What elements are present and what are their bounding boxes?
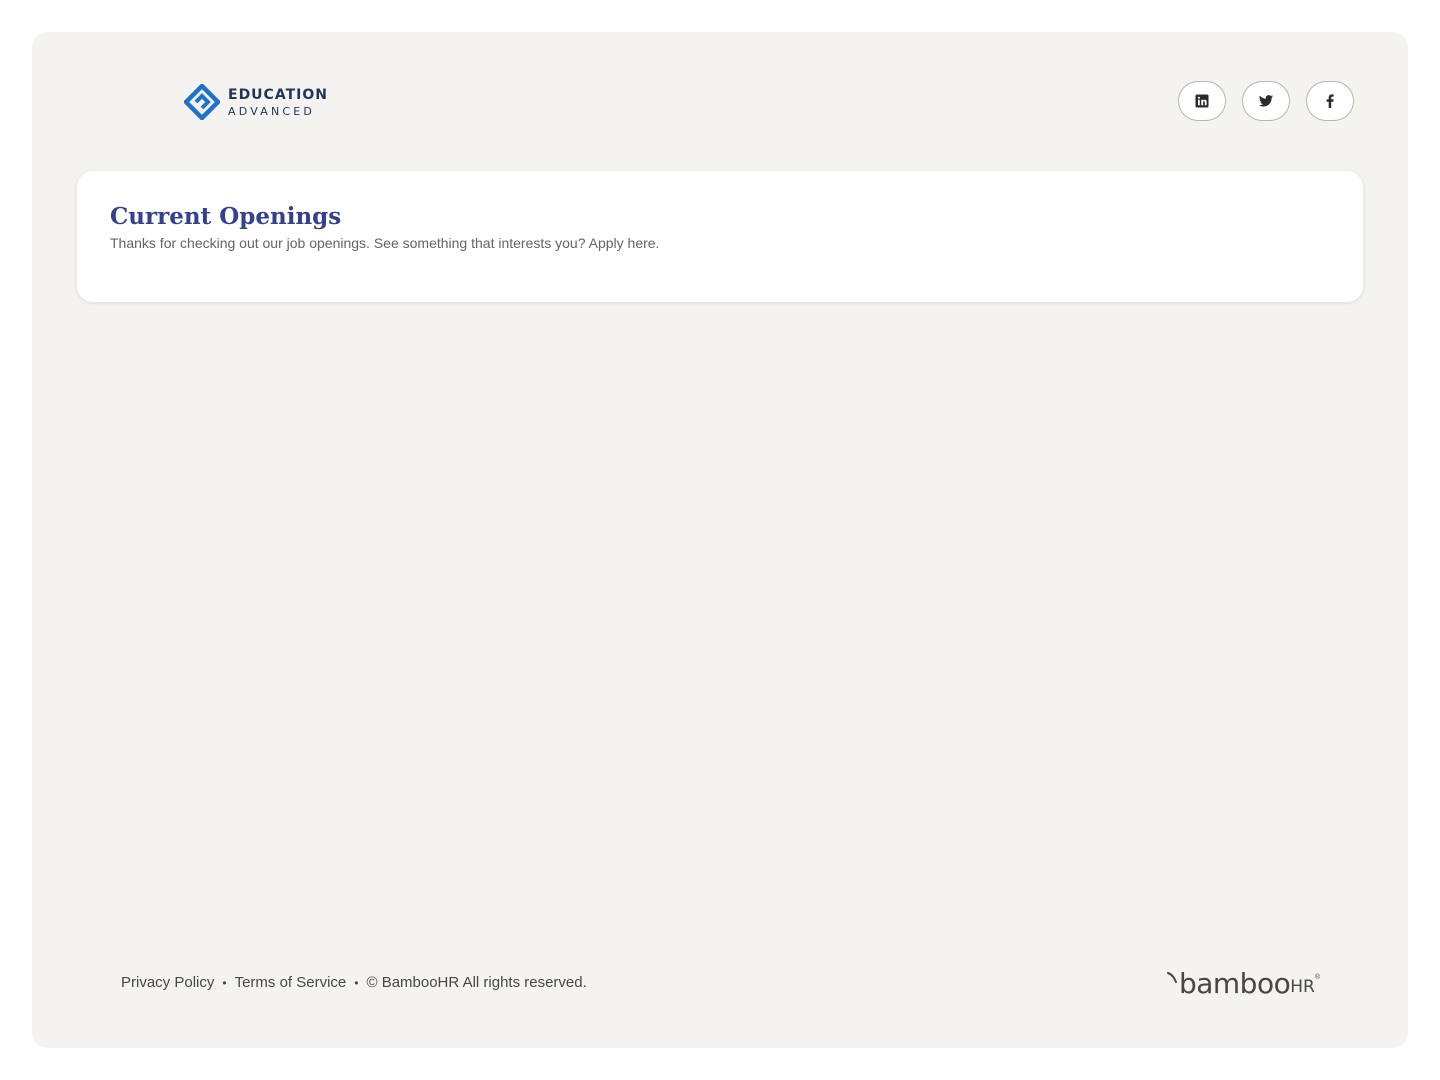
logo-text-line2: ADVANCED [228, 104, 316, 118]
footer-separator: • [222, 975, 227, 990]
page-frame: EDUCATION ADVANCED Current Openings Than… [32, 32, 1408, 1048]
linkedin-icon [1195, 94, 1209, 108]
facebook-icon [1326, 94, 1334, 108]
bamboohr-logo[interactable]: bamboo HR ® [1166, 967, 1320, 1000]
footer-links: Privacy Policy • Terms of Service • © Ba… [121, 974, 587, 991]
bamboohr-wordmark: bamboo [1178, 967, 1291, 1000]
logo-text-line1: EDUCATION [228, 86, 328, 103]
footer-separator: • [354, 975, 359, 990]
linkedin-button[interactable] [1178, 81, 1226, 121]
twitter-icon [1259, 95, 1273, 107]
twitter-button[interactable] [1242, 81, 1290, 121]
page-title: Current Openings [110, 203, 342, 230]
privacy-policy-link[interactable]: Privacy Policy [121, 974, 214, 991]
openings-subtitle: Thanks for checking out our job openings… [110, 235, 660, 251]
openings-card: Current Openings Thanks for checking out… [77, 171, 1363, 302]
company-logo[interactable]: EDUCATION ADVANCED [184, 84, 328, 120]
trademark-symbol: ® [1314, 974, 1320, 981]
copyright-text: © BambooHR All rights reserved. [366, 974, 587, 991]
facebook-button[interactable] [1306, 81, 1354, 121]
terms-of-service-link[interactable]: Terms of Service [235, 974, 347, 991]
bamboohr-wordmark-suffix: HR [1290, 977, 1315, 997]
education-advanced-logo-icon [184, 84, 220, 120]
social-links [1178, 81, 1354, 121]
